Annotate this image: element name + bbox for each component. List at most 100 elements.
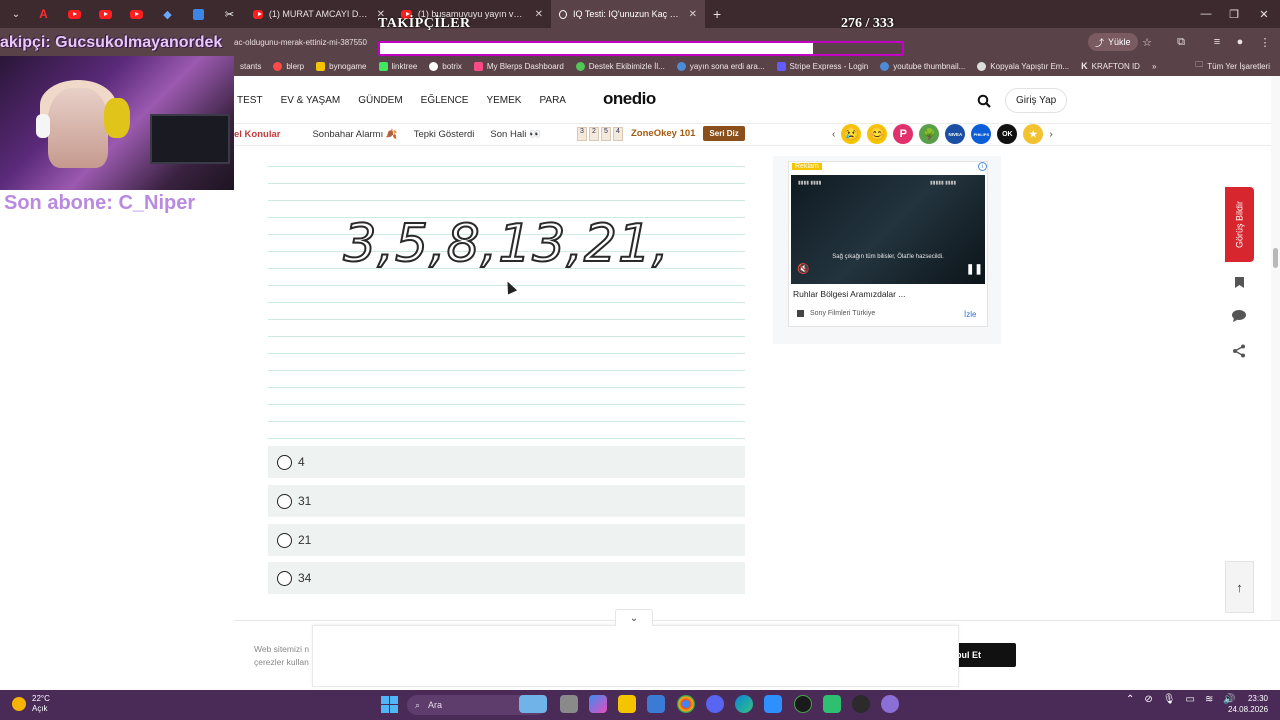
- bookmark-item[interactable]: linktree: [373, 61, 424, 71]
- restore-icon[interactable]: ❐: [1218, 0, 1250, 28]
- tab-murat[interactable]: (1) MURAT AMCAYI DİRİ DİRİ M ✕: [245, 0, 393, 28]
- radio-button[interactable]: [277, 532, 292, 548]
- bookmark-item[interactable]: K KRAFTON ID: [1075, 61, 1146, 71]
- edge-icon[interactable]: [735, 695, 753, 713]
- mute-icon[interactable]: 🔇: [797, 264, 809, 275]
- tray-chevron-up-icon[interactable]: ⌃: [1126, 694, 1134, 705]
- upload-button[interactable]: ⤴ Yükle: [1088, 33, 1138, 51]
- subnav-item[interactable]: Tepki Gösterdi: [414, 129, 475, 140]
- tab-iq-test[interactable]: IQ Testi: IQ'unuzun Kaç Olduğu ✕: [551, 0, 705, 28]
- close-window-icon[interactable]: ✕: [1248, 0, 1280, 28]
- new-tab-plus-icon[interactable]: +: [713, 6, 721, 22]
- seri-diz-button[interactable]: Seri Diz: [703, 126, 745, 141]
- mic-icon[interactable]: 🎙: [1163, 694, 1176, 705]
- wifi-icon[interactable]: ≋: [1205, 694, 1213, 705]
- display-icon[interactable]: ▭: [1185, 694, 1194, 705]
- photos-icon[interactable]: [764, 695, 782, 713]
- bookmark-item[interactable]: Destek Ekibimizle İl...: [570, 61, 671, 71]
- obs-icon[interactable]: [852, 695, 870, 713]
- close-tab-icon[interactable]: ✕: [527, 9, 543, 20]
- taskbar-clock[interactable]: 23:30 24.08.2026: [1228, 693, 1268, 715]
- radio-button[interactable]: [277, 493, 292, 509]
- copilot-icon[interactable]: [589, 695, 607, 713]
- scrollbar-thumb[interactable]: [1273, 248, 1278, 268]
- site-logo[interactable]: onedio: [603, 89, 656, 109]
- ad-headline[interactable]: Ruhlar Bölgesi Aramızdalar ...: [793, 289, 905, 299]
- bookmark-item[interactable]: My Blerps Dashboard: [468, 61, 570, 71]
- bookmark-item[interactable]: Stripe Express - Login: [771, 61, 875, 71]
- answer-option[interactable]: 34: [268, 562, 745, 594]
- pinned-tab-youtube-2[interactable]: [90, 0, 121, 28]
- zoneokey-promo[interactable]: 3 2 5 4 ZoneOkey 101 Seri Diz: [577, 126, 745, 141]
- tree-icon[interactable]: 🌳: [919, 124, 940, 144]
- profile-avatar-icon[interactable]: ●: [1231, 33, 1249, 51]
- brand-nivea-icon[interactable]: NIVEA: [945, 124, 966, 144]
- feedback-tab[interactable]: Görüş Bildir: [1225, 187, 1254, 262]
- scroll-to-top-button[interactable]: ↑: [1225, 561, 1254, 613]
- all-bookmarks[interactable]: 🗀 Tüm Yer İşaretleri: [1195, 56, 1270, 76]
- bookmark-item[interactable]: blerp: [267, 61, 310, 71]
- file-explorer-icon[interactable]: [618, 695, 636, 713]
- answer-option[interactable]: 31: [268, 485, 745, 517]
- pinned-tab-youtube-1[interactable]: [59, 0, 90, 28]
- menu-kebab-icon[interactable]: ⋮: [1256, 33, 1274, 51]
- subnav-item[interactable]: Son Hali 👀: [490, 129, 540, 140]
- weather-widget[interactable]: 22°C Açık: [12, 694, 50, 714]
- bookmark-item[interactable]: Kopyala Yapıştır Em...: [971, 61, 1075, 71]
- close-tab-icon[interactable]: ✕: [681, 9, 697, 20]
- discord-icon[interactable]: [706, 695, 724, 713]
- pinned-tab-capcut[interactable]: ✂: [214, 0, 245, 28]
- pause-icon[interactable]: ❚❚: [966, 264, 983, 275]
- chrome-icon[interactable]: [677, 695, 695, 713]
- taskbar-widget-icon[interactable]: [519, 695, 547, 713]
- bottom-sticky-ad[interactable]: [312, 625, 959, 687]
- pinned-tab-app[interactable]: ◆: [152, 0, 183, 28]
- chevron-left-icon[interactable]: ‹: [832, 129, 835, 140]
- nav-item-ev-yasam[interactable]: EV & YAŞAM: [281, 95, 341, 106]
- brand-star-icon[interactable]: ★: [1023, 124, 1044, 144]
- nav-item-eglence[interactable]: EĞLENCE: [421, 95, 469, 106]
- search-icon[interactable]: [975, 92, 993, 110]
- comments-icon[interactable]: [1229, 306, 1249, 326]
- reaction-sad-icon[interactable]: 😢: [841, 124, 862, 144]
- brand-p-icon[interactable]: P: [893, 124, 914, 144]
- ad-video-frame[interactable]: [791, 175, 985, 284]
- nav-item-yemek[interactable]: YEMEK: [486, 95, 521, 106]
- radio-button[interactable]: [277, 454, 292, 470]
- store-icon[interactable]: [647, 695, 665, 713]
- radio-button[interactable]: [277, 570, 292, 586]
- reaction-smile-icon[interactable]: 😊: [867, 124, 888, 144]
- razer-icon[interactable]: [794, 695, 812, 713]
- bookmark-icon[interactable]: [1229, 272, 1249, 292]
- app-purple-icon[interactable]: [881, 695, 899, 713]
- brand-philips-icon[interactable]: PHILIPS: [971, 124, 992, 144]
- answer-option[interactable]: 4: [268, 446, 745, 478]
- tab-search-chevron-icon[interactable]: ⌄: [4, 4, 28, 24]
- pinned-tab-adobe[interactable]: A: [28, 0, 59, 28]
- bookmark-item[interactable]: stants: [234, 62, 267, 71]
- answer-option[interactable]: 21: [268, 524, 745, 556]
- pinned-tab-youtube-3[interactable]: [121, 0, 152, 28]
- network-off-icon[interactable]: ⊘: [1144, 694, 1152, 705]
- share-icon[interactable]: [1229, 341, 1249, 361]
- media-controls-icon[interactable]: ≡: [1208, 33, 1226, 51]
- bookmark-item[interactable]: bynogame: [310, 61, 372, 71]
- subnav-item[interactable]: el Konular: [234, 129, 280, 140]
- bookmarks-more[interactable]: »: [1146, 62, 1162, 71]
- task-view-icon[interactable]: [560, 695, 578, 713]
- chevron-right-icon[interactable]: ›: [1049, 129, 1052, 140]
- bookmark-item[interactable]: youtube thumbnail...: [874, 61, 971, 71]
- brand-ok-icon[interactable]: OK: [997, 124, 1018, 144]
- bookmark-item[interactable]: botrix: [423, 61, 468, 71]
- app-green-icon[interactable]: [823, 695, 841, 713]
- pinned-tab-translate[interactable]: [183, 0, 214, 28]
- nav-item-para[interactable]: PARA: [539, 95, 566, 106]
- collapse-ad-chevron-icon[interactable]: ⌄: [615, 609, 653, 626]
- page-scrollbar[interactable]: [1271, 76, 1280, 620]
- ad-watch-link[interactable]: İzle: [964, 310, 976, 319]
- bookmark-star-icon[interactable]: ☆: [1138, 33, 1156, 51]
- subnav-item[interactable]: Sonbahar Alarmı 🍂: [312, 129, 397, 140]
- address-bar-url[interactable]: ac-oldugunu-merak-ettiniz-mi-387550: [234, 38, 367, 47]
- bookmark-item[interactable]: yayın sona erdi ara...: [671, 61, 771, 71]
- extensions-icon[interactable]: ⧉: [1172, 33, 1190, 51]
